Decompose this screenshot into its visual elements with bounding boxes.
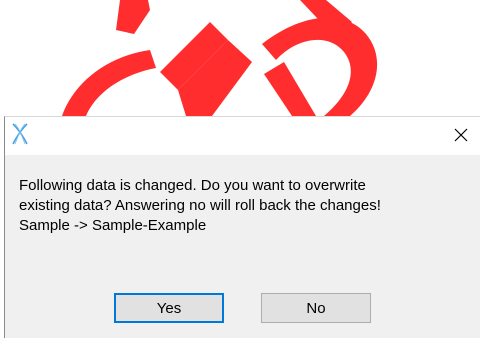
screen: Following data is changed. Do you want t… [0,0,480,338]
message-line: existing data? Answering no will roll ba… [19,197,381,214]
yes-button[interactable]: Yes [114,293,224,323]
no-button[interactable]: No [261,293,371,323]
close-button[interactable] [446,121,476,149]
crossed-x-app-icon [10,122,30,146]
dialog-titlebar [5,117,480,155]
message-line: Sample -> Sample-Example [19,217,207,234]
confirm-dialog: Following data is changed. Do you want t… [4,116,480,338]
close-icon [454,128,468,142]
message-line: Following data is changed. Do you want t… [19,177,366,194]
dialog-message: Following data is changed. Do you want t… [19,176,479,236]
